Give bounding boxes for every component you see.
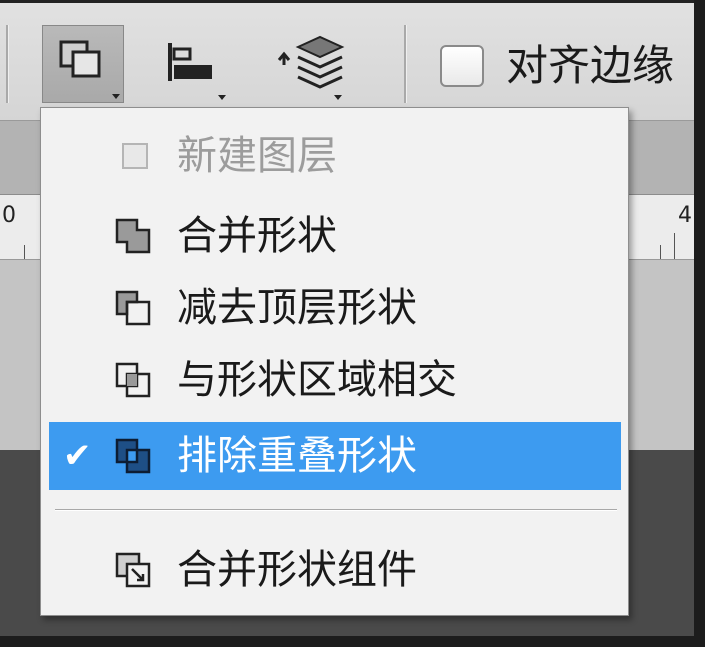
menu-item-label: 减去顶层形状 — [177, 285, 417, 331]
combine-shapes-icon — [113, 216, 157, 258]
checkmark-icon: ✔ — [63, 436, 92, 476]
ruler-label: 4 — [678, 203, 692, 228]
path-alignment-button[interactable] — [158, 25, 234, 103]
menu-item-label: 与形状区域相交 — [177, 357, 457, 403]
menu-item-merge-shape-components[interactable]: 合并形状组件 — [49, 536, 621, 604]
chevron-down-icon — [334, 95, 342, 100]
menu-item-label: 新建图层 — [177, 133, 337, 179]
menu-item-subtract-front-shape[interactable]: 减去顶层形状 — [49, 274, 621, 342]
menu-item-exclude-overlapping-shapes[interactable]: ✔ 排除重叠形状 — [49, 422, 621, 490]
toolbar-separator — [404, 25, 407, 103]
new-layer-icon — [113, 136, 157, 178]
path-operations-button[interactable] — [42, 25, 124, 103]
exclude-overlapping-shapes-icon — [113, 436, 157, 478]
window-right-edge — [694, 0, 705, 647]
menu-item-label: 合并形状 — [177, 213, 337, 259]
toolbar-separator — [6, 25, 9, 103]
ruler-label: 0 — [2, 203, 16, 228]
align-edges-label: 对齐边缘 — [506, 41, 675, 90]
path-operations-menu: 新建图层 合并形状 减去顶层形状 与形状区域相交 ✔ 排除重叠形状 合并形状组件 — [40, 107, 629, 616]
menu-item-combine-shapes[interactable]: 合并形状 — [49, 202, 621, 270]
options-bar: 对齐边缘 — [0, 3, 694, 121]
intersect-shape-areas-icon — [113, 360, 157, 402]
chevron-down-icon — [112, 94, 120, 99]
menu-item-label: 合并形状组件 — [177, 547, 417, 593]
merge-shape-components-icon — [113, 550, 157, 592]
chevron-down-icon — [218, 95, 226, 100]
menu-item-label: 排除重叠形状 — [177, 433, 417, 479]
window-bottom-edge — [0, 636, 705, 647]
path-arrangement-button[interactable] — [272, 25, 348, 103]
ruler-tick — [24, 245, 25, 259]
align-edges-checkbox[interactable] — [440, 45, 484, 87]
ruler-tick — [674, 233, 675, 259]
subtract-front-shape-icon — [113, 288, 157, 330]
ruler-tick — [660, 245, 661, 259]
menu-item-new-layer[interactable]: 新建图层 — [49, 122, 621, 190]
menu-separator — [55, 509, 617, 511]
menu-item-intersect-shape-areas[interactable]: 与形状区域相交 — [49, 346, 621, 414]
